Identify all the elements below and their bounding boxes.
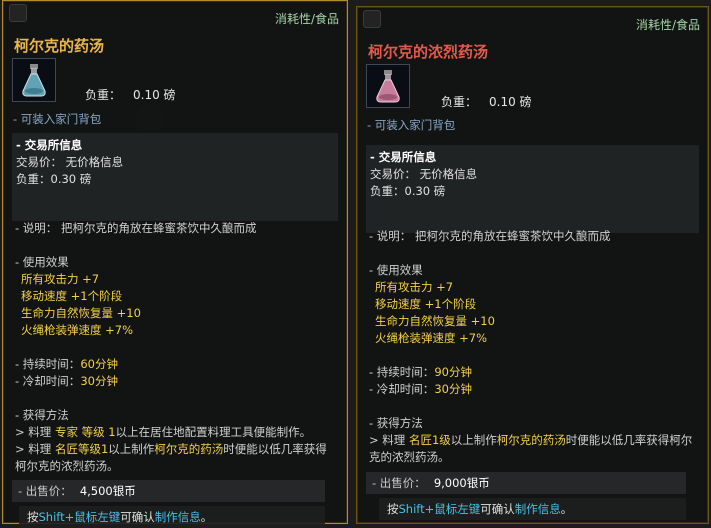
effects-head: - 使用效果 — [369, 263, 423, 277]
storable-note: - 可装入家门背包 — [13, 112, 102, 126]
duration-row: - 持续时间：90分钟 — [369, 365, 472, 379]
effects-section: - 使用效果 所有攻击力 +7 移动速度 +1个阶段 生命力自然恢复量 +10 … — [15, 254, 335, 339]
effect-line: 移动速度 +1个阶段 — [21, 289, 123, 303]
frame-ornament-icon — [9, 4, 27, 22]
obtain-head: - 获得方法 — [15, 408, 69, 422]
duration-row: - 持续时间：60分钟 — [15, 357, 118, 371]
effect-line: 火绳枪装弹速度 +7% — [21, 323, 134, 337]
item-category: 消耗性/食品 — [635, 18, 700, 32]
storable-note: - 可装入家门背包 — [367, 118, 456, 132]
obtain-method-1: > 料理 专家 等级 1以上在居住地配置料理工具便能制作。 — [15, 425, 312, 439]
effect-line: 生命力自然恢复量 +10 — [21, 306, 141, 320]
exchange-info: - 交易所信息 交易价： 无价格信息 负重：0.30 磅 — [366, 145, 699, 233]
sale-price: - 出售价： 4,500银币 — [12, 480, 325, 502]
item-weight: 负重： 0.10 磅 — [441, 95, 532, 109]
effect-line: 所有攻击力 +7 — [375, 280, 454, 294]
item-weight: 负重： 0.10 磅 — [85, 88, 176, 102]
effect-line: 移动速度 +1个阶段 — [375, 297, 477, 311]
obtain-method-2: > 料理 名匠等级1以上制作柯尔克的药汤时便能以低几率获得柯尔克的浓烈药汤。 — [15, 442, 327, 473]
exchange-weight: 负重：0.30 磅 — [16, 172, 92, 186]
obtain-method-2: > 料理 名匠1级以上制作柯尔克的药汤时便能以低几率获得柯尔克的浓烈药汤。 — [369, 433, 693, 464]
effect-line: 所有攻击力 +7 — [21, 272, 100, 286]
effects-section: - 使用效果 所有攻击力 +7 移动速度 +1个阶段 生命力自然恢复量 +10 … — [369, 262, 696, 347]
obtain-section: - 获得方法 > 料理 专家 等级 1以上在居住地配置料理工具便能制作。 > 料… — [15, 407, 335, 475]
exchange-head: - 交易所信息 — [370, 150, 437, 164]
cooldown-row: - 冷却时间：30分钟 — [15, 374, 118, 388]
cooldown-row: - 冷却时间：30分钟 — [369, 382, 472, 396]
item-icon-slot[interactable] — [366, 64, 410, 108]
potion-flask-icon — [376, 70, 400, 103]
craft-info-hint: 按Shift+鼠标左键可确认制作信息。 — [379, 498, 686, 520]
exchange-price: 交易价： 无价格信息 — [16, 155, 124, 169]
item-icon-slot[interactable] — [12, 58, 56, 102]
item-category: 消耗性/食品 — [274, 12, 339, 26]
exchange-head: - 交易所信息 — [16, 138, 83, 152]
effects-head: - 使用效果 — [15, 255, 69, 269]
obtain-head: - 获得方法 — [369, 416, 423, 430]
exchange-info: - 交易所信息 交易价： 无价格信息 负重：0.30 磅 — [12, 133, 338, 221]
exchange-weight: 负重：0.30 磅 — [370, 184, 446, 198]
effect-line: 火绳枪装弹速度 +7% — [375, 331, 488, 345]
item-title: 柯尔克的浓烈药汤 — [368, 43, 489, 61]
item-description: - 说明： 把柯尔克的角放在蜂蜜茶饮中久酿而成 — [369, 229, 611, 243]
item-title: 柯尔克的药汤 — [14, 37, 105, 55]
duration-section: - 持续时间：60分钟 - 冷却时间：30分钟 — [15, 356, 335, 390]
item-tooltip-left: 消耗性/食品 柯尔克的药汤 负重： 0.10 磅 - 可装入家门背包 - 交易所信… — [2, 0, 348, 528]
potion-flask-icon — [22, 64, 46, 97]
obtain-section: - 获得方法 > 料理 名匠1级以上制作柯尔克的药汤时便能以低几率获得柯尔克的浓… — [369, 415, 696, 466]
item-tooltip-right: 消耗性/食品 柯尔克的浓烈药汤 负重： 0.10 磅 - 可装入家门背包 - 交易… — [356, 6, 709, 524]
craft-info-link[interactable]: 制作信息 — [515, 502, 561, 516]
item-description: - 说明： 把柯尔克的角放在蜂蜜茶饮中久酿而成 — [15, 221, 257, 235]
sale-price: - 出售价： 9,000银币 — [366, 472, 686, 494]
craft-info-hint: 按Shift+鼠标左键可确认制作信息。 — [19, 506, 325, 528]
exchange-price: 交易价： 无价格信息 — [370, 167, 478, 181]
effect-line: 生命力自然恢复量 +10 — [375, 314, 495, 328]
duration-section: - 持续时间：90分钟 - 冷却时间：30分钟 — [369, 364, 696, 398]
frame-ornament-icon — [363, 10, 381, 28]
craft-info-link[interactable]: 制作信息 — [155, 510, 201, 524]
